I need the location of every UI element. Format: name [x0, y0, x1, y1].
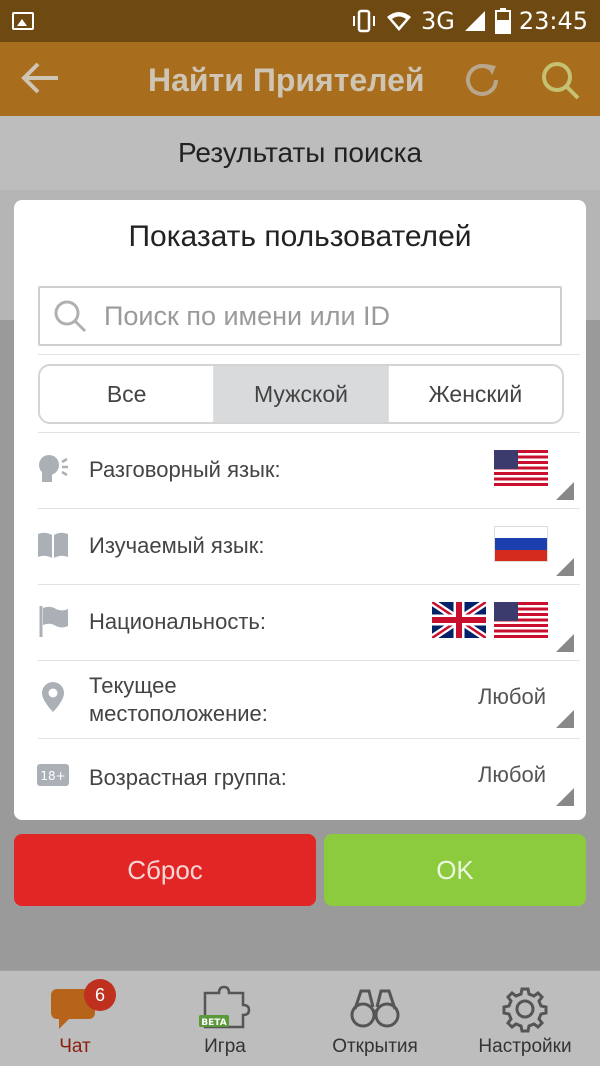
network-type: 3G — [420, 7, 455, 35]
tab-all[interactable]: Все — [40, 366, 213, 422]
ru-flag-icon — [494, 526, 548, 562]
nav-item-discover[interactable]: Открытия — [300, 971, 450, 1066]
signal-icon — [464, 11, 485, 31]
ok-button[interactable]: OK — [324, 834, 586, 906]
wifi-icon — [386, 12, 411, 31]
uk-flag-icon — [432, 602, 486, 638]
search-icon[interactable] — [540, 60, 582, 102]
filter-label: Изучаемый язык: — [89, 533, 265, 558]
dialog-title: Показать пользователей — [128, 220, 472, 253]
dropdown-corner-icon — [556, 710, 574, 728]
nav-item-game[interactable]: BETA Игра — [150, 971, 300, 1066]
flag-icon — [39, 606, 68, 637]
status-bar: 3G 23:45 — [0, 0, 600, 42]
search-field[interactable] — [38, 286, 562, 346]
dropdown-corner-icon — [556, 558, 574, 576]
unread-badge: 6 — [84, 979, 116, 1011]
nav-item-settings[interactable]: Настройки — [450, 971, 600, 1066]
svg-text:18+: 18+ — [40, 769, 65, 783]
tab-male[interactable]: Мужской — [213, 366, 388, 422]
filter-label: Возрастная группа: — [89, 765, 287, 790]
vibrate-icon — [352, 9, 375, 33]
filter-value: Любой — [477, 684, 546, 709]
filter-label: Национальность: — [89, 609, 266, 634]
results-header: Результаты поиска — [0, 116, 600, 190]
app-header: Найти Приятелей — [0, 42, 600, 116]
location-pin-icon — [42, 682, 64, 712]
puzzle-icon: BETA — [199, 985, 251, 1029]
gallery-notification-icon — [12, 12, 34, 30]
back-arrow-icon[interactable] — [18, 60, 62, 96]
age-18-icon: 18+ — [37, 764, 69, 786]
reset-button[interactable]: Сброс — [14, 834, 316, 906]
filter-label-line2: местоположение: — [89, 701, 268, 726]
page-title: Найти Приятелей — [148, 62, 425, 98]
filter-current-location[interactable]: Текущее местоположение: Любой — [14, 660, 586, 736]
filter-age-group[interactable]: 18+ Возрастная группа: Любой — [14, 738, 586, 814]
refresh-icon[interactable] — [462, 60, 502, 100]
nav-item-chat[interactable]: 6 Чат — [0, 971, 150, 1066]
filter-spoken-language[interactable]: Разговорный язык: — [14, 432, 586, 508]
gender-segmented-control: Все Мужской Женский — [38, 364, 564, 424]
bottom-navigation: 6 Чат BETA Игра Открытия Настройки — [0, 970, 600, 1066]
filter-value: Любой — [477, 762, 546, 787]
filter-nationality[interactable]: Национальность: — [14, 584, 586, 660]
tab-female[interactable]: Женский — [387, 366, 562, 422]
gear-icon — [502, 987, 548, 1033]
search-input[interactable] — [104, 300, 524, 332]
us-flag-icon — [494, 602, 548, 638]
nav-label: Чат — [59, 1036, 91, 1057]
dropdown-corner-icon — [556, 788, 574, 806]
filter-learning-language[interactable]: Изучаемый язык: — [14, 508, 586, 584]
filter-label: Разговорный язык: — [89, 457, 281, 482]
dropdown-corner-icon — [556, 634, 574, 652]
speaking-icon — [39, 455, 68, 482]
battery-icon — [494, 8, 511, 34]
nav-label: Открытия — [332, 1036, 418, 1057]
nav-label: Игра — [204, 1036, 246, 1057]
binoculars-icon — [350, 989, 400, 1028]
filter-dialog: Показать пользователей Все Мужской Женск… — [14, 200, 586, 820]
dropdown-corner-icon — [556, 482, 574, 500]
nav-label: Настройки — [478, 1036, 572, 1057]
book-icon — [38, 532, 68, 558]
filter-label-line1: Текущее — [89, 673, 177, 698]
clock: 23:45 — [518, 7, 588, 35]
beta-tag: BETA — [201, 1018, 226, 1028]
search-icon — [54, 300, 87, 333]
divider — [38, 354, 580, 355]
us-flag-icon — [494, 450, 548, 486]
